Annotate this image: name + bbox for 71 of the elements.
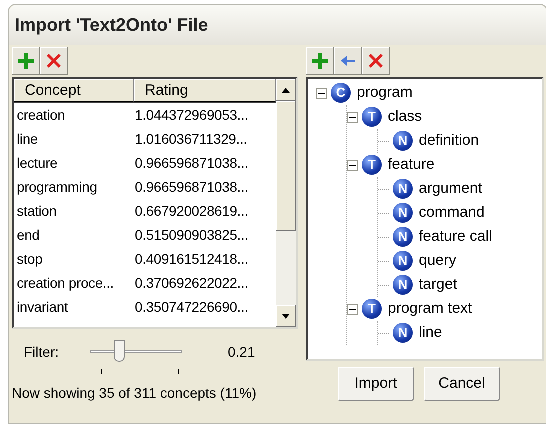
table-cell-text: 0.370692622022... <box>135 274 250 292</box>
filter-slider[interactable] <box>90 340 182 364</box>
table-cell-text: 0.966596871038... <box>135 178 250 196</box>
scroll-up-button[interactable] <box>276 79 296 101</box>
delete-button[interactable] <box>362 47 390 75</box>
collapse-toggle[interactable] <box>347 160 358 170</box>
add-icon <box>17 52 35 70</box>
table-cell-text: line <box>16 130 39 148</box>
node-badge: N <box>393 227 413 247</box>
status-text: Now showing 35 of 311 concepts (11%) <box>12 384 258 403</box>
tree-item[interactable]: program <box>357 82 413 104</box>
table-cell-text: 0.515090903825... <box>135 226 250 244</box>
move-left-button[interactable] <box>334 47 362 75</box>
node-badge: N <box>393 275 413 295</box>
table-cell-text: stop <box>16 250 44 269</box>
up-arrow-icon <box>282 88 290 92</box>
column-header[interactable]: Concept <box>14 79 134 102</box>
table-cell-text: creation <box>16 106 66 124</box>
scrollbar[interactable] <box>276 79 296 327</box>
window-title: Import 'Text2Onto' File <box>15 14 208 37</box>
add-button[interactable] <box>12 47 40 75</box>
tree-item[interactable]: feature <box>388 154 435 176</box>
tree-item[interactable]: target <box>419 274 458 296</box>
import-button[interactable]: Import <box>338 367 414 401</box>
scroll-thumb[interactable] <box>276 101 296 231</box>
node-badge: C <box>331 83 351 103</box>
delete-icon <box>45 52 63 70</box>
table-cell-text: 1.044372969053... <box>135 106 250 124</box>
node-badge: N <box>393 203 413 223</box>
tick-mark <box>178 369 179 374</box>
node-badge: N <box>393 131 413 151</box>
table-cell-text: 0.350747226690... <box>135 298 250 316</box>
table-cell-text: invariant <box>16 298 70 316</box>
tick-mark <box>101 369 102 374</box>
node-badge: T <box>362 155 382 175</box>
tree-item[interactable]: argument <box>419 178 482 200</box>
column-header[interactable]: Rating <box>134 79 276 102</box>
node-badge: N <box>393 323 413 343</box>
tree-item[interactable]: feature call <box>419 226 492 248</box>
collapse-toggle[interactable] <box>316 88 327 98</box>
cancel-button[interactable]: Cancel <box>424 367 500 401</box>
tree-item[interactable]: command <box>419 202 485 224</box>
filter-label: Filter: <box>24 342 60 362</box>
table-cell-text: end <box>16 226 41 244</box>
table-cell-text: creation proce... <box>16 274 115 293</box>
add-button[interactable] <box>306 47 334 75</box>
table-cell-text: 1.016036711329... <box>135 130 248 148</box>
delete-icon <box>367 52 385 70</box>
table-cell-text: 0.409161512418... <box>135 250 250 268</box>
add-icon <box>311 52 329 70</box>
table-cell-text: programming <box>16 178 98 197</box>
tree-item[interactable]: class <box>388 106 422 128</box>
scroll-down-button[interactable] <box>276 305 296 327</box>
node-badge: T <box>362 107 382 127</box>
tree-item[interactable]: definition <box>419 130 480 152</box>
table-cell-text: station <box>16 202 58 220</box>
node-badge: T <box>362 299 382 319</box>
slider-thumb[interactable] <box>114 340 126 362</box>
node-badge: N <box>393 251 413 271</box>
collapse-toggle[interactable] <box>347 304 358 314</box>
table-cell-text: lecture <box>16 154 59 172</box>
collapse-toggle[interactable] <box>347 112 358 122</box>
filter-value: 0.21 <box>228 342 256 362</box>
tree-item[interactable]: query <box>419 250 457 272</box>
tree-item[interactable]: program text <box>388 298 472 320</box>
node-badge: N <box>393 179 413 199</box>
down-arrow-icon <box>282 314 290 318</box>
table-cell-text: 0.966596871038... <box>135 154 250 172</box>
tree-item[interactable]: line <box>419 322 442 344</box>
delete-button[interactable] <box>40 47 68 75</box>
table-cell-text: 0.667920028619... <box>135 202 250 220</box>
